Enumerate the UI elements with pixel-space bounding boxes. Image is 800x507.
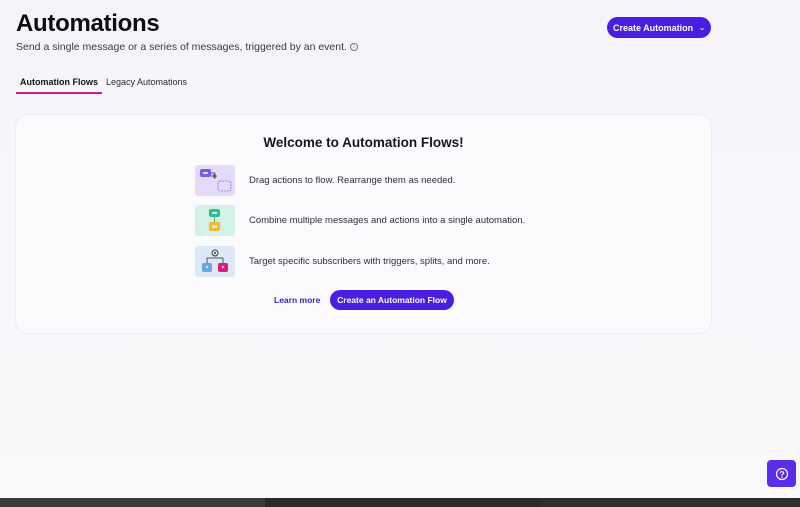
- feature-row: Drag actions to flow. Rearrange them as …: [195, 165, 455, 196]
- bottom-taskbar: [0, 498, 800, 507]
- learn-more-link[interactable]: Learn more: [274, 295, 320, 305]
- info-icon[interactable]: i: [349, 43, 358, 51]
- drag-flow-icon: [195, 165, 235, 196]
- feature-text: Combine multiple messages and actions in…: [249, 215, 526, 226]
- welcome-card: Welcome to Automation Flows! Drag action…: [16, 115, 711, 333]
- taskbar-segment: [540, 498, 800, 507]
- target-subscribers-icon: [195, 246, 235, 277]
- create-automation-button[interactable]: Create Automation ⌄: [607, 17, 711, 38]
- feature-text: Drag actions to flow. Rearrange them as …: [249, 175, 456, 186]
- tab-automation-flows[interactable]: Automation Flows: [16, 72, 102, 94]
- subtitle-text: Send a single message or a series of mes…: [16, 41, 347, 53]
- page-title: Automations: [16, 10, 160, 37]
- welcome-title: Welcome to Automation Flows!: [263, 135, 464, 150]
- create-automation-flow-button[interactable]: Create an Automation Flow: [330, 290, 454, 310]
- tab-legacy-automations[interactable]: Legacy Automations: [102, 72, 191, 94]
- help-button[interactable]: [767, 460, 796, 487]
- taskbar-segment: [0, 498, 265, 507]
- combine-messages-icon: [195, 205, 235, 236]
- help-icon: [775, 467, 788, 480]
- tab-bar: Automation Flows Legacy Automations: [16, 72, 191, 94]
- feature-text: Target specific subscribers with trigger…: [249, 256, 490, 267]
- chevron-down-icon: ⌄: [699, 24, 706, 32]
- feature-row: Target specific subscribers with trigger…: [195, 246, 490, 277]
- feature-row: Combine multiple messages and actions in…: [195, 205, 525, 236]
- page-subtitle: Send a single message or a series of mes…: [16, 41, 358, 53]
- create-automation-label: Create Automation: [612, 22, 694, 33]
